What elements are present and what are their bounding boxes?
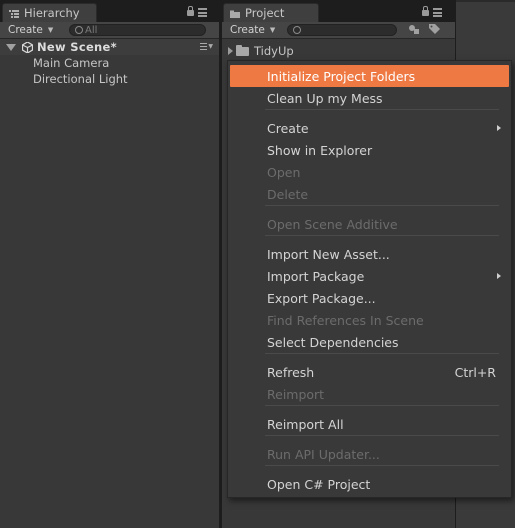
search-icon bbox=[293, 26, 301, 34]
menu-item-run-api-updater: Run API Updater... bbox=[230, 443, 509, 465]
hierarchy-item-label: Main Camera bbox=[33, 56, 110, 70]
menu-item-shortcut: Ctrl+R bbox=[454, 364, 496, 380]
menu-item-reimport-all[interactable]: Reimport All bbox=[230, 413, 509, 435]
project-search-input[interactable] bbox=[287, 24, 397, 36]
menu-item-find-references-in-scene: Find References In Scene bbox=[230, 309, 509, 331]
lock-icon[interactable] bbox=[187, 6, 194, 16]
menu-item-open-scene-additive: Open Scene Additive bbox=[230, 213, 509, 235]
hierarchy-tabbar: Hierarchy bbox=[0, 0, 219, 22]
menu-item-refresh[interactable]: Refresh Ctrl+R bbox=[230, 361, 509, 383]
menu-separator bbox=[265, 353, 499, 354]
unity-scene-icon bbox=[21, 40, 34, 54]
menu-item-select-dependencies[interactable]: Select Dependencies bbox=[230, 331, 509, 353]
menu-separator bbox=[265, 205, 499, 206]
tab-hierarchy[interactable]: Hierarchy bbox=[2, 3, 97, 22]
menu-item-open-c-project[interactable]: Open C# Project bbox=[230, 473, 509, 495]
menu-item-label: Import Package bbox=[267, 268, 365, 284]
hierarchy-panel: Hierarchy Create ▼ All New Scene* ▼ Main… bbox=[0, 0, 219, 528]
project-folder-tidyup[interactable]: TidyUp bbox=[222, 43, 294, 59]
menu-item-label: Open bbox=[267, 164, 301, 180]
hierarchy-create-button[interactable]: Create ▼ bbox=[3, 23, 58, 37]
project-create-button[interactable]: Create ▼ bbox=[225, 23, 280, 37]
scene-options-icon[interactable]: ▼ bbox=[200, 43, 213, 50]
menu-item-import-package[interactable]: Import Package bbox=[230, 265, 509, 287]
hierarchy-item-main-camera[interactable]: Main Camera bbox=[0, 55, 219, 71]
menu-item-open: Open bbox=[230, 161, 509, 183]
menu-separator bbox=[265, 465, 499, 466]
hierarchy-toolbar: Create ▼ All bbox=[0, 22, 219, 39]
menu-item-delete: Delete bbox=[230, 183, 509, 205]
menu-item-label: Create bbox=[267, 120, 309, 136]
filter-by-label-icon[interactable] bbox=[426, 23, 442, 36]
expand-triangle-icon[interactable] bbox=[228, 47, 233, 55]
chevron-down-icon: ▼ bbox=[269, 26, 276, 34]
expand-triangle-icon[interactable] bbox=[6, 43, 16, 51]
menu-item-clean-up-my-mess[interactable]: Clean Up my Mess bbox=[230, 87, 509, 109]
menu-item-import-new-asset[interactable]: Import New Asset... bbox=[230, 243, 509, 265]
tab-project[interactable]: Project bbox=[223, 3, 319, 22]
menu-separator bbox=[265, 235, 499, 236]
menu-item-label: Select Dependencies bbox=[267, 334, 399, 350]
hierarchy-tab-controls bbox=[187, 6, 207, 17]
menu-item-label: Delete bbox=[267, 186, 309, 202]
menu-item-label: Run API Updater... bbox=[267, 446, 380, 462]
menu-item-label: Clean Up my Mess bbox=[267, 90, 383, 106]
menu-item-label: Find References In Scene bbox=[267, 312, 424, 328]
tab-hierarchy-label: Hierarchy bbox=[24, 6, 80, 20]
menu-item-label: Export Package... bbox=[267, 290, 376, 306]
menu-separator bbox=[265, 405, 499, 406]
menu-item-label: Show in Explorer bbox=[267, 142, 373, 158]
submenu-arrow-icon bbox=[497, 125, 501, 131]
folder-label: TidyUp bbox=[254, 44, 294, 58]
project-tab-controls bbox=[422, 6, 442, 17]
menu-separator bbox=[265, 109, 499, 110]
menu-item-label: Import New Asset... bbox=[267, 246, 390, 262]
folder-icon bbox=[230, 8, 240, 18]
menu-item-label: Open Scene Additive bbox=[267, 216, 398, 232]
scene-row[interactable]: New Scene* ▼ bbox=[0, 39, 219, 55]
menu-item-label: Reimport All bbox=[267, 416, 344, 432]
submenu-arrow-icon bbox=[497, 273, 501, 279]
search-icon bbox=[75, 26, 83, 34]
menu-item-label: Open C# Project bbox=[267, 476, 371, 492]
hierarchy-search-input[interactable]: All bbox=[69, 24, 206, 36]
folder-icon bbox=[236, 44, 249, 56]
menu-item-create[interactable]: Create bbox=[230, 117, 509, 139]
hierarchy-search-placeholder: All bbox=[85, 24, 98, 36]
hierarchy-list-icon bbox=[9, 8, 19, 18]
menu-item-reimport: Reimport bbox=[230, 383, 509, 405]
project-tabbar: Project bbox=[222, 0, 455, 22]
menu-item-label: Reimport bbox=[267, 386, 325, 402]
project-toolbar: Create ▼ bbox=[222, 22, 455, 39]
menu-item-label: Refresh bbox=[267, 364, 315, 380]
hierarchy-create-label: Create bbox=[8, 24, 43, 36]
panel-menu-icon[interactable] bbox=[198, 8, 207, 17]
filter-by-type-icon[interactable] bbox=[406, 23, 422, 36]
panel-menu-icon[interactable] bbox=[433, 8, 442, 17]
context-menu: Initialize Project Folders Clean Up my Me… bbox=[227, 60, 512, 498]
menu-item-label: Initialize Project Folders bbox=[267, 68, 416, 84]
chevron-down-icon: ▼ bbox=[47, 26, 54, 34]
menu-item-initialize-project-folders[interactable]: Initialize Project Folders bbox=[230, 65, 509, 87]
scene-name: New Scene* bbox=[37, 40, 117, 54]
hierarchy-item-label: Directional Light bbox=[33, 72, 128, 86]
tab-project-label: Project bbox=[245, 6, 285, 20]
menu-separator bbox=[265, 435, 499, 436]
lock-icon[interactable] bbox=[422, 6, 429, 16]
menu-item-show-in-explorer[interactable]: Show in Explorer bbox=[230, 139, 509, 161]
project-create-label: Create bbox=[230, 24, 265, 36]
menu-item-export-package[interactable]: Export Package... bbox=[230, 287, 509, 309]
hierarchy-item-directional-light[interactable]: Directional Light bbox=[0, 71, 219, 87]
